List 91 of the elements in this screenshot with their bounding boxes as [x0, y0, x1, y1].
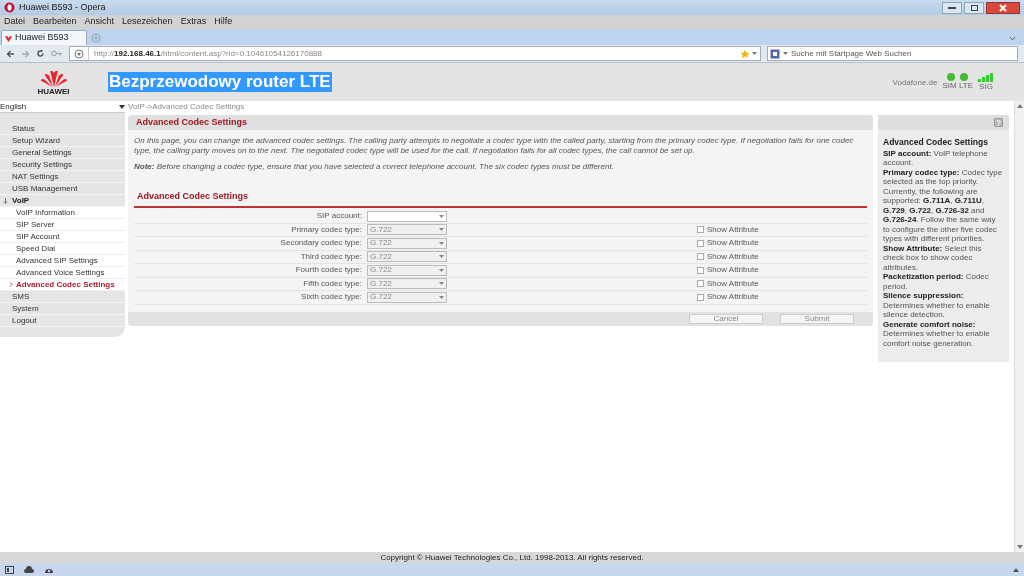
- browser-tab[interactable]: Huawei B593: [1, 30, 87, 45]
- help-text: SIP account: VoIP telephone account.: [883, 148, 989, 168]
- checkbox-label: Show Attribute: [707, 264, 759, 277]
- help-text: Show Attribute: Select this check box to show codec attributes.: [883, 243, 983, 273]
- note-text: Note: Before changing a codec type, ensure that you have selected a correct telephone account. The six codec types must be different.: [134, 161, 615, 173]
- arrow-down-icon: [3, 197, 8, 204]
- sidebar-item[interactable]: Setup Wizard: [0, 135, 125, 147]
- field-label: Secondary codec type:: [279, 237, 362, 250]
- checkbox-label: Show Attribute: [707, 291, 759, 304]
- field-label: Fourth codec type:: [294, 264, 362, 277]
- copyright-text: Copyright © Huawei Technologies Co., Ltd. 1998-2013. All rights reserved.: [380, 551, 644, 564]
- menu-item[interactable]: Bearbeiten: [33, 15, 77, 29]
- caret-icon: [439, 214, 444, 218]
- help-title: Advanced Codec Settings: [883, 136, 989, 149]
- scroll-up-icon[interactable]: [1016, 104, 1023, 108]
- operator-name: Vodafone.de: [892, 76, 938, 89]
- scroll-up-icon[interactable]: [1013, 567, 1019, 572]
- indicator-labels: SIM LTE: [942, 80, 973, 91]
- help-text: Primary codec type: Codec type selected as the top priority. Currently, the following are supported: G.711A, G.711U, G.729, G.722, G.726-32 and G.726-24. Follow the same way to configure the other five codec types with different priorities.: [883, 167, 1004, 244]
- scroll-down-icon[interactable]: [1016, 545, 1023, 549]
- reload-icon[interactable]: [36, 49, 45, 58]
- minimize-button[interactable]: [942, 2, 962, 14]
- key-icon[interactable]: [51, 50, 63, 57]
- panel-title: Advanced Codec Settings: [136, 115, 248, 129]
- sidebar-subitem[interactable]: SIP Server: [0, 219, 125, 231]
- menu-item[interactable]: Hilfe: [214, 15, 233, 29]
- sidebar-subitem[interactable]: Advanced SIP Settings: [0, 255, 125, 267]
- caret-icon: [439, 295, 444, 299]
- globe-icon[interactable]: [74, 48, 84, 59]
- star-icon[interactable]: [740, 48, 750, 59]
- search-engine-icon[interactable]: [770, 48, 780, 59]
- field-label: Sixth codec type:: [300, 291, 362, 304]
- cloud-icon[interactable]: [24, 566, 34, 573]
- signal-label: SIG: [979, 81, 993, 92]
- back-icon[interactable]: [6, 49, 15, 58]
- sidebar-item[interactable]: USB Management: [0, 183, 125, 195]
- intro-text: On this page, you can change the advanced codec settings. The calling party attempts to negotiate a codec type with the called party, starting from the primary codec type. If negotiation fails for one codec type, the calling party moves on to the next. The negotiated codec type will be used for the call. If negotiation fails for all codec types, the call cannot be set up.: [134, 136, 855, 156]
- logo-text: HUAWEI: [37, 87, 70, 96]
- caret-icon[interactable]: [783, 51, 788, 56]
- help-text: Silence suppression: Determines whether to enable silence detection.: [883, 291, 991, 320]
- help-text: Generate comfort noise: Determines whether to enable comfort noise generation.: [883, 319, 991, 349]
- page-heading: Bezprzewodowy router LTE: [108, 72, 332, 92]
- sidebar-subitem[interactable]: Advanced Codec Settings: [0, 279, 125, 291]
- checkbox-label: Show Attribute: [707, 250, 759, 263]
- sidebar-item[interactable]: SMS: [0, 291, 125, 303]
- breadcrumb: VoIP->Advanced Codec Settings: [128, 101, 245, 113]
- chevron-right-icon: [9, 282, 13, 287]
- caret-icon[interactable]: [752, 51, 757, 56]
- caret-icon: [439, 228, 444, 232]
- signal-icon: [978, 72, 994, 82]
- field-label: Third codec type:: [299, 250, 362, 263]
- sidebar-item[interactable]: NAT Settings: [0, 171, 125, 183]
- sidebar-subitem[interactable]: SIP Account: [0, 231, 125, 243]
- help-text: Packetization period: Codec period.: [883, 272, 990, 292]
- caret-icon: [439, 255, 444, 259]
- sidebar-item[interactable]: Security Settings: [0, 159, 125, 171]
- sidebar-item[interactable]: System: [0, 303, 125, 315]
- section-title: Advanced Codec Settings: [137, 191, 249, 201]
- checkbox-label: Show Attribute: [707, 277, 759, 290]
- sidebar-subitem[interactable]: Advanced Voice Settings: [0, 267, 125, 279]
- scrollbar[interactable]: [1014, 101, 1024, 552]
- help-button[interactable]: [994, 118, 1003, 127]
- menu-item[interactable]: Lesezeichen: [122, 15, 173, 29]
- checkbox-label: Show Attribute: [707, 223, 759, 236]
- close-icon: [999, 4, 1007, 12]
- sidebar-item[interactable]: Status: [0, 123, 125, 135]
- window-title: Huawei B593 - Opera: [19, 0, 106, 14]
- caret-icon: [439, 241, 444, 245]
- checkbox-label: Show Attribute: [707, 237, 759, 250]
- sidebar-item[interactable]: General Settings: [0, 147, 125, 159]
- opera-logo-icon: [4, 2, 15, 13]
- field-label: Primary codec type:: [290, 223, 362, 236]
- sidebar-subitem[interactable]: VoIP Information: [0, 207, 125, 219]
- field-label: SIP account:: [315, 210, 362, 223]
- caret-icon: [439, 268, 444, 272]
- chevron-down-icon[interactable]: [1009, 36, 1016, 41]
- maximize-button[interactable]: [964, 2, 984, 14]
- question-mark-icon: [996, 119, 1001, 126]
- language-select[interactable]: English: [0, 101, 125, 113]
- field-label: Fifth codec type:: [302, 277, 362, 290]
- menu-item[interactable]: Extras: [180, 15, 207, 29]
- sidebar-subitem[interactable]: Speed Dial: [0, 243, 125, 255]
- menu-item[interactable]: Ansicht: [84, 15, 115, 29]
- menu-item[interactable]: Datei: [4, 15, 25, 29]
- search-box[interactable]: Suche mit Startpage Web Suchen: [767, 46, 1018, 61]
- search-field[interactable]: Suche mit Startpage Web Suchen: [791, 47, 1017, 60]
- close-button[interactable]: [986, 2, 1020, 14]
- panel-toggle-icon[interactable]: [5, 565, 14, 574]
- caret-icon: [439, 282, 444, 286]
- caret-icon: [119, 104, 125, 109]
- sidebar-item[interactable]: Logout: [0, 315, 125, 327]
